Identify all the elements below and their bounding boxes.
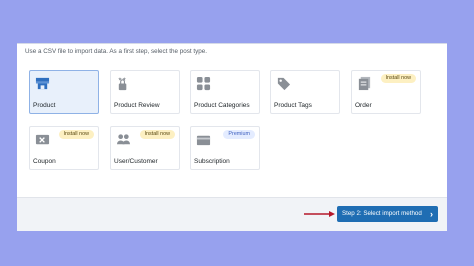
subscription-icon [196, 135, 211, 146]
arrow-right-icon [304, 211, 335, 217]
post-type-product-categories[interactable]: Product Categories [190, 70, 260, 114]
categories-icon [196, 76, 211, 91]
install-now-badge[interactable]: Install now [58, 130, 94, 139]
review-icon: ★★ [118, 77, 127, 91]
import-panel: Use a CSV file to import data. As a firs… [17, 43, 447, 231]
post-type-coupon[interactable]: Install now Coupon [29, 126, 99, 170]
premium-badge: Premium [223, 130, 255, 139]
intro-text: Use a CSV file to import data. As a firs… [25, 48, 207, 55]
post-type-label: Product Tags [274, 102, 312, 109]
post-type-product[interactable]: Product [29, 70, 99, 114]
post-type-product-review[interactable]: ★★ Product Review [110, 70, 180, 114]
post-type-product-tags[interactable]: Product Tags [270, 70, 340, 114]
order-icon [358, 76, 371, 91]
wizard-footer: Step 2: Select import method › [17, 197, 447, 231]
post-type-label: Product Categories [194, 102, 250, 109]
post-type-user-customer[interactable]: Install now User/Customer [110, 126, 180, 170]
post-type-label: Coupon [33, 158, 56, 165]
product-icon [35, 77, 50, 90]
coupon-icon [35, 134, 50, 145]
tag-icon [277, 77, 291, 91]
post-type-label: Subscription [194, 158, 230, 165]
post-type-label: Order [355, 102, 372, 109]
post-type-order[interactable]: Install now Order [351, 70, 421, 114]
install-now-badge[interactable]: Install now [380, 74, 416, 83]
post-type-label: User/Customer [114, 158, 158, 165]
post-type-label: Product [33, 102, 56, 109]
post-type-label: Product Review [114, 102, 160, 109]
chevron-right-icon: › [430, 209, 433, 219]
next-step-label: Step 2: Select import method [342, 210, 422, 217]
users-icon [116, 134, 131, 145]
install-now-badge[interactable]: Install now [139, 130, 175, 139]
post-type-subscription[interactable]: Premium Subscription [190, 126, 260, 170]
next-step-button[interactable]: Step 2: Select import method › [337, 206, 438, 222]
